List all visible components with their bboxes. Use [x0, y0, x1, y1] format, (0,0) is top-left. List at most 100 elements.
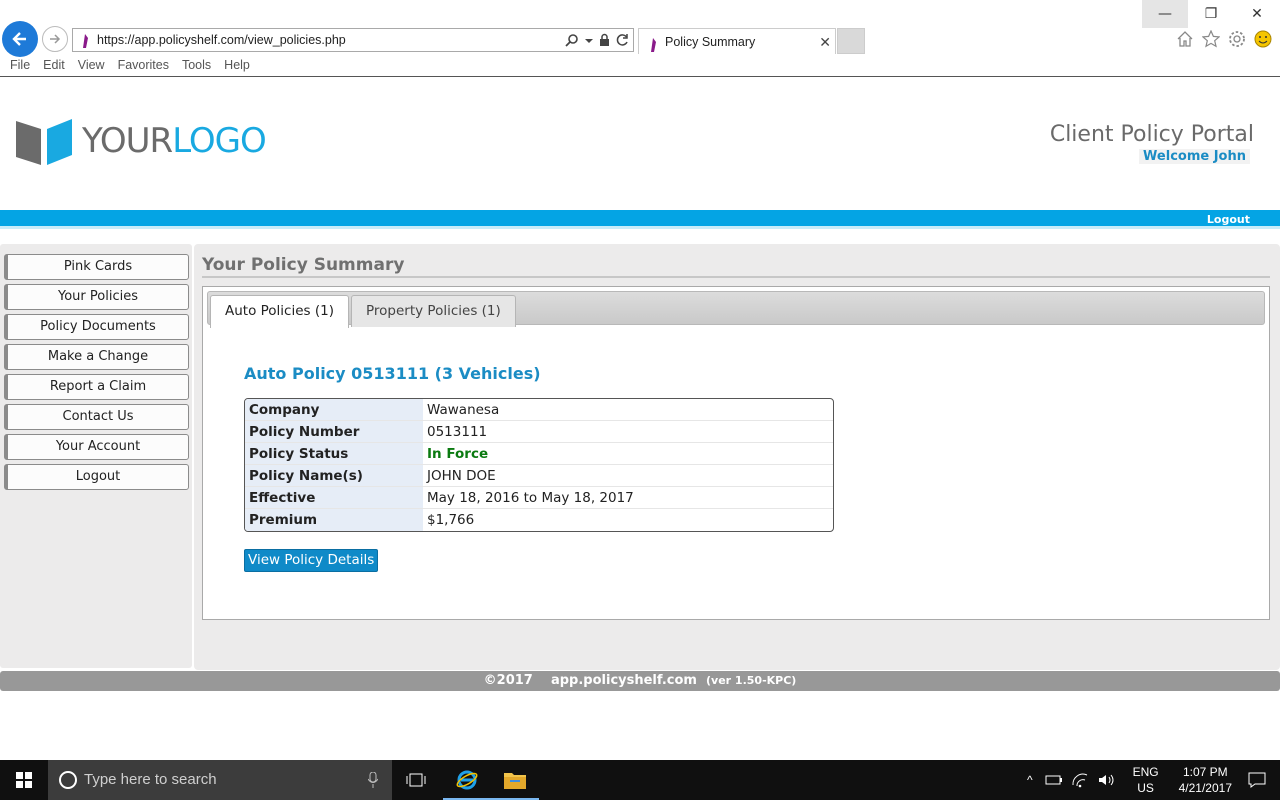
- menu-edit[interactable]: Edit: [33, 56, 65, 76]
- tab-favicon-icon: [648, 35, 658, 61]
- sidebar-item-pink-cards[interactable]: Pink Cards: [4, 254, 189, 280]
- notifications-icon[interactable]: [1248, 772, 1266, 788]
- tab-property-policies[interactable]: Property Policies (1): [351, 295, 516, 327]
- table-row: Policy Name(s) JOHN DOE: [245, 465, 833, 487]
- table-row: Policy Status In Force: [245, 443, 833, 465]
- row-value: $1,766: [427, 512, 475, 528]
- sidebar-item-make-a-change[interactable]: Make a Change: [4, 344, 189, 370]
- microphone-icon[interactable]: [367, 760, 379, 804]
- sidebar: Pink Cards Your Policies Policy Document…: [0, 244, 192, 668]
- menu-tools[interactable]: Tools: [172, 56, 211, 76]
- windows-logo-icon: [16, 772, 32, 788]
- arrow-left-icon: [12, 32, 26, 46]
- refresh-icon[interactable]: [616, 33, 629, 47]
- row-label: Policy Name(s): [245, 465, 423, 487]
- top-nav-bar: Logout: [0, 210, 1280, 229]
- policy-panel: Auto Policies (1) Property Policies (1) …: [202, 286, 1270, 620]
- page-footer: ©2017 app.policyshelf.com (ver 1.50-KPC): [0, 671, 1280, 691]
- close-window-icon[interactable]: ✕: [1234, 0, 1280, 28]
- row-value: JOHN DOE: [423, 465, 833, 487]
- cortana-icon: [59, 771, 77, 789]
- welcome-message: Welcome John: [1139, 149, 1250, 164]
- sidebar-item-logout[interactable]: Logout: [4, 464, 189, 490]
- logo-box-icon: [16, 119, 72, 165]
- taskbar-search-box[interactable]: Type here to search: [48, 760, 392, 800]
- sidebar-item-your-policies[interactable]: Your Policies: [4, 284, 189, 310]
- sidebar-item-report-a-claim[interactable]: Report a Claim: [4, 374, 189, 400]
- lock-icon[interactable]: [599, 33, 610, 47]
- minimize-icon[interactable]: —: [1142, 0, 1188, 28]
- policy-details-table: Company Wawanesa Policy Number 0513111 Pol…: [244, 398, 834, 532]
- task-view-icon[interactable]: [392, 760, 440, 800]
- sidebar-item-policy-documents[interactable]: Policy Documents: [4, 314, 189, 340]
- lang-line2: US: [1137, 781, 1154, 795]
- table-row: Company Wawanesa: [245, 399, 833, 421]
- row-value: May 18, 2016 to May 18, 2017: [423, 487, 833, 509]
- search-placeholder: Type here to search: [84, 771, 217, 788]
- menu-help[interactable]: Help: [214, 56, 250, 76]
- row-value: 0513111: [423, 421, 833, 443]
- title-divider: [202, 276, 1270, 278]
- windows-taskbar: Type here to search ^ ENG US 1:07 PM 4/2…: [0, 760, 1280, 800]
- row-label: Premium: [245, 509, 423, 531]
- system-tray: ^ ENG US 1:07 PM 4/21/2017: [1021, 760, 1280, 800]
- clock[interactable]: 1:07 PM 4/21/2017: [1169, 764, 1242, 796]
- smiley-feedback-icon[interactable]: [1254, 30, 1272, 48]
- wifi-icon[interactable]: [1071, 772, 1089, 788]
- menu-bar: File Edit View Favorites Tools Help: [0, 56, 253, 76]
- company-logo: YOURLOGO: [16, 117, 267, 165]
- web-page: YOURLOGO Client Policy Portal Welcome Jo…: [0, 77, 1280, 760]
- battery-icon[interactable]: [1043, 772, 1063, 788]
- clock-time: 1:07 PM: [1182, 765, 1228, 779]
- url-text: https://app.policyshelf.com/view_policie…: [97, 33, 346, 47]
- view-policy-details-button[interactable]: View Policy Details: [244, 549, 379, 572]
- browser-chrome: https://app.policyshelf.com/view_policie…: [0, 0, 1280, 77]
- tab-auto-policies[interactable]: Auto Policies (1): [210, 295, 349, 328]
- back-button[interactable]: [2, 21, 38, 57]
- menu-file[interactable]: File: [0, 56, 30, 76]
- logout-link[interactable]: Logout: [1207, 213, 1250, 226]
- favorites-star-icon[interactable]: [1202, 30, 1220, 48]
- file-explorer-icon[interactable]: [491, 760, 539, 800]
- row-label: Policy Status: [245, 443, 423, 465]
- logo-text-your: YOUR: [82, 121, 173, 161]
- input-language[interactable]: ENG US: [1123, 764, 1169, 796]
- portal-title: Client Policy Portal: [1049, 122, 1254, 147]
- lang-line1: ENG: [1132, 765, 1159, 779]
- table-row: Premium $1,766: [245, 509, 833, 531]
- menu-view[interactable]: View: [68, 56, 105, 76]
- row-label: Effective: [245, 487, 423, 509]
- footer-site: app.policyshelf.com: [550, 673, 697, 688]
- close-tab-icon[interactable]: ✕: [819, 29, 831, 55]
- site-favicon-icon: [80, 33, 90, 55]
- volume-icon[interactable]: [1097, 772, 1117, 788]
- gear-icon[interactable]: [1228, 30, 1246, 48]
- table-row: Effective May 18, 2016 to May 18, 2017: [245, 487, 833, 509]
- clock-date: 4/21/2017: [1178, 781, 1232, 795]
- policy-tab-bar: Auto Policies (1) Property Policies (1): [207, 291, 1265, 328]
- browser-tab[interactable]: Policy Summary ✕: [638, 28, 836, 54]
- forward-button[interactable]: [42, 26, 68, 52]
- start-button[interactable]: [0, 760, 48, 800]
- policy-heading: Auto Policy 0513111 (3 Vehicles): [244, 364, 541, 383]
- address-bar[interactable]: https://app.policyshelf.com/view_policie…: [72, 28, 634, 52]
- logo-text-logo: LOGO: [172, 121, 267, 161]
- arrow-right-icon: [50, 34, 61, 44]
- policy-status-value: In Force: [423, 443, 833, 465]
- sidebar-item-contact-us[interactable]: Contact Us: [4, 404, 189, 430]
- row-value: Wawanesa: [423, 399, 833, 421]
- sidebar-item-your-account[interactable]: Your Account: [4, 434, 189, 460]
- footer-version: (ver 1.50-KPC): [706, 674, 797, 687]
- main-content: Your Policy Summary Auto Policies (1) Pr…: [194, 244, 1280, 670]
- search-icon[interactable]: [565, 33, 579, 47]
- home-icon[interactable]: [1176, 30, 1194, 48]
- row-label: Policy Number: [245, 421, 423, 443]
- internet-explorer-icon[interactable]: [443, 760, 491, 800]
- new-tab-button[interactable]: [837, 28, 865, 54]
- menu-favorites[interactable]: Favorites: [108, 56, 169, 76]
- show-hidden-icons[interactable]: ^: [1021, 773, 1039, 787]
- dropdown-icon[interactable]: [585, 33, 593, 47]
- restore-icon[interactable]: ❐: [1188, 0, 1234, 28]
- row-label: Company: [245, 399, 423, 421]
- tab-title: Policy Summary: [665, 35, 756, 49]
